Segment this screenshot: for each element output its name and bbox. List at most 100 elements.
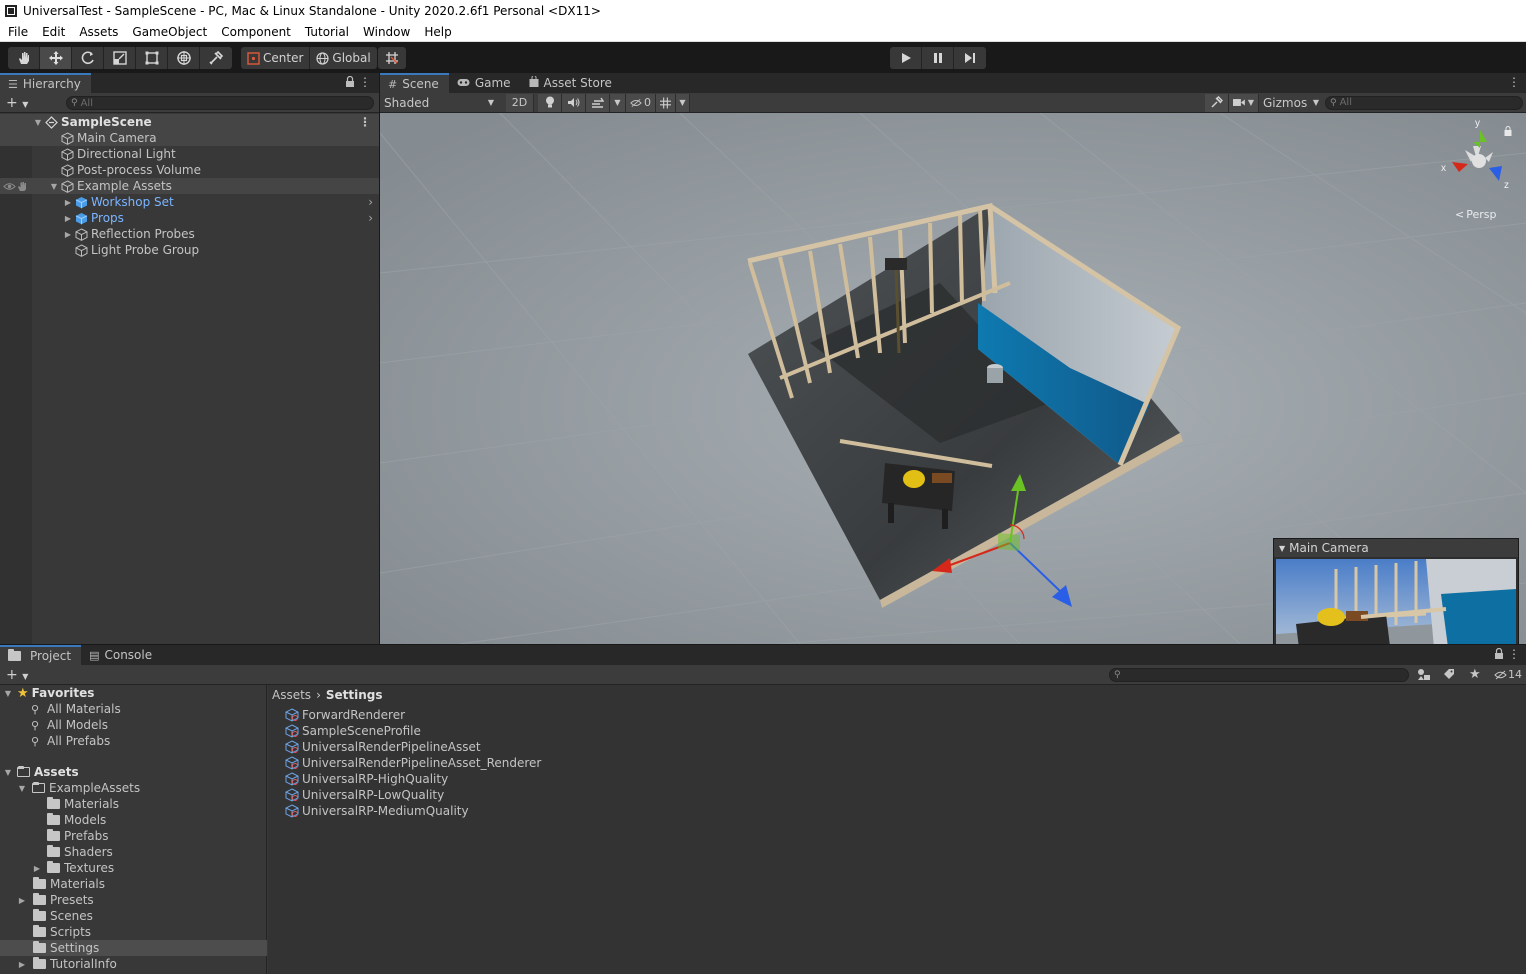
hierarchy-search-input[interactable]: ⚲ All: [66, 96, 374, 110]
grid-visibility-icon[interactable]: [656, 93, 676, 112]
tree-folder-tutorialinfo[interactable]: ▶ TutorialInfo: [0, 956, 267, 972]
draw-mode-dropdown[interactable]: Shaded ▼: [380, 94, 498, 112]
scene-visibility-toggle[interactable]: 0: [626, 93, 656, 112]
scene-tools-icon[interactable]: [1205, 93, 1229, 112]
tab-hierarchy[interactable]: ☰ Hierarchy: [0, 73, 91, 93]
grid-snap-icon[interactable]: [378, 47, 406, 69]
tree-folder-materials[interactable]: Materials: [0, 796, 267, 812]
hierarchy-item-main-camera[interactable]: Main Camera: [0, 130, 379, 146]
search-by-label-icon[interactable]: [1443, 668, 1455, 683]
tree-folder-shaders[interactable]: Shaders: [0, 844, 267, 860]
panel-menu-icon[interactable]: ⋮: [1508, 75, 1520, 89]
tree-folder-materials-root[interactable]: Materials: [0, 876, 267, 892]
rect-tool-icon[interactable]: [136, 47, 168, 69]
hierarchy-item-reflection-probes[interactable]: ▶ Reflection Probes: [0, 226, 379, 242]
orientation-lock-icon[interactable]: [1504, 126, 1512, 139]
tree-folder-prefabs[interactable]: Prefabs: [0, 828, 267, 844]
expand-arrow-icon[interactable]: ▶: [16, 960, 28, 969]
tree-favorite-all-materials[interactable]: ⚲ All Materials: [0, 701, 267, 717]
chevron-right-icon[interactable]: ›: [368, 211, 373, 225]
camera-settings-button[interactable]: ▼: [1229, 93, 1259, 112]
file-item[interactable]: UniversalRenderPipelineAsset: [285, 739, 481, 755]
expand-arrow-icon[interactable]: ▶: [62, 198, 74, 207]
file-item[interactable]: UniversalRP-MediumQuality: [285, 803, 469, 819]
step-button-icon[interactable]: [954, 47, 986, 69]
file-item[interactable]: UniversalRP-HighQuality: [285, 771, 448, 787]
tab-asset-store[interactable]: Asset Store: [521, 73, 622, 93]
chevron-right-icon[interactable]: ›: [368, 195, 373, 209]
tree-assets[interactable]: ▼ Assets: [0, 764, 267, 780]
effects-dropdown-arrow-icon[interactable]: ▼: [610, 93, 626, 112]
breadcrumb-assets[interactable]: Assets: [272, 688, 311, 702]
tree-folder-scenes[interactable]: Scenes: [0, 908, 267, 924]
expand-arrow-icon[interactable]: ▼: [32, 118, 44, 127]
tab-console[interactable]: ▤ Console: [81, 645, 162, 665]
hand-tool-icon[interactable]: [8, 47, 40, 69]
expand-arrow-icon[interactable]: ▶: [62, 214, 74, 223]
menu-help[interactable]: Help: [417, 25, 458, 39]
projection-toggle[interactable]: < Persp: [1455, 208, 1496, 221]
menu-component[interactable]: Component: [214, 25, 298, 39]
expand-arrow-icon[interactable]: ▶: [62, 230, 74, 239]
play-button-icon[interactable]: [890, 47, 922, 69]
lock-icon[interactable]: [1494, 647, 1504, 663]
breadcrumb-settings[interactable]: Settings: [326, 688, 383, 702]
grid-dropdown-arrow-icon[interactable]: ▼: [676, 93, 690, 112]
pickable-hand-icon[interactable]: [17, 181, 32, 192]
tree-folder-presets[interactable]: ▶ Presets: [0, 892, 267, 908]
tree-folder-models[interactable]: Models: [0, 812, 267, 828]
favorite-star-icon[interactable]: ★: [1469, 667, 1481, 682]
menu-gameobject[interactable]: GameObject: [125, 25, 214, 39]
transform-tool-icon[interactable]: [168, 47, 200, 69]
tree-favorite-all-models[interactable]: ⚲ All Models: [0, 717, 267, 733]
menu-assets[interactable]: Assets: [72, 25, 125, 39]
scene-search-input[interactable]: ⚲ All: [1325, 95, 1523, 110]
effects-toggle-icon[interactable]: [586, 93, 610, 112]
expand-arrow-icon[interactable]: ▶: [16, 896, 28, 905]
gizmo-plane-handle[interactable]: [998, 533, 1020, 551]
hierarchy-item-props[interactable]: ▶ Props ›: [0, 210, 379, 226]
custom-tools-icon[interactable]: [200, 47, 232, 69]
pivot-mode-button[interactable]: Center: [241, 47, 311, 69]
pivot-rotation-button[interactable]: Global: [310, 47, 376, 69]
menu-edit[interactable]: Edit: [35, 25, 72, 39]
2d-toggle-button[interactable]: 2D: [506, 93, 534, 112]
create-asset-button[interactable]: + ▼: [6, 667, 28, 685]
scale-tool-icon[interactable]: [104, 47, 136, 69]
panel-menu-icon[interactable]: ⋮: [359, 75, 371, 89]
hierarchy-item-example-assets[interactable]: ▼ Example Assets: [0, 178, 379, 194]
panel-menu-icon[interactable]: ⋮: [1508, 647, 1520, 661]
visibility-eye-icon[interactable]: [3, 182, 17, 191]
file-item[interactable]: ForwardRenderer: [285, 707, 405, 723]
hierarchy-scene-row[interactable]: ▼ SampleScene ⋮: [0, 114, 379, 130]
scene-viewport[interactable]: y x z < Persp ▼ Main Camera: [380, 113, 1526, 644]
hierarchy-item-workshop-set[interactable]: ▶ Workshop Set ›: [0, 194, 379, 210]
move-tool-icon[interactable]: [40, 47, 72, 69]
hierarchy-item-post-process-volume[interactable]: Post-process Volume: [0, 162, 379, 178]
collapse-arrow-icon[interactable]: ▼: [1279, 544, 1285, 553]
gizmos-dropdown[interactable]: Gizmos ▼: [1259, 94, 1325, 112]
menu-file[interactable]: File: [0, 25, 35, 39]
file-item[interactable]: SampleSceneProfile: [285, 723, 421, 739]
tree-folder-textures[interactable]: ▶ Textures: [0, 860, 267, 876]
pause-button-icon[interactable]: [922, 47, 954, 69]
audio-toggle-icon[interactable]: [562, 93, 586, 112]
hierarchy-item-light-probe-group[interactable]: Light Probe Group: [0, 242, 379, 258]
expand-arrow-icon[interactable]: ▼: [16, 784, 28, 793]
orientation-gizmo[interactable]: y x z < Persp: [1435, 118, 1520, 223]
add-object-button[interactable]: + ▼: [6, 95, 28, 113]
expand-arrow-icon[interactable]: ▼: [2, 689, 14, 698]
tree-folder-settings[interactable]: Settings: [0, 940, 267, 956]
expand-arrow-icon[interactable]: ▼: [2, 768, 14, 777]
rotate-tool-icon[interactable]: [72, 47, 104, 69]
scene-menu-icon[interactable]: ⋮: [359, 115, 371, 129]
file-item[interactable]: UniversalRP-LowQuality: [285, 787, 444, 803]
lighting-toggle-icon[interactable]: [538, 93, 562, 112]
hidden-packages-toggle[interactable]: 14: [1494, 668, 1522, 681]
menu-window[interactable]: Window: [356, 25, 417, 39]
lock-icon[interactable]: [345, 75, 355, 91]
expand-arrow-icon[interactable]: ▶: [31, 864, 43, 873]
hierarchy-item-directional-light[interactable]: Directional Light: [0, 146, 379, 162]
expand-arrow-icon[interactable]: ▼: [48, 182, 60, 191]
search-by-type-icon[interactable]: [1417, 668, 1431, 684]
